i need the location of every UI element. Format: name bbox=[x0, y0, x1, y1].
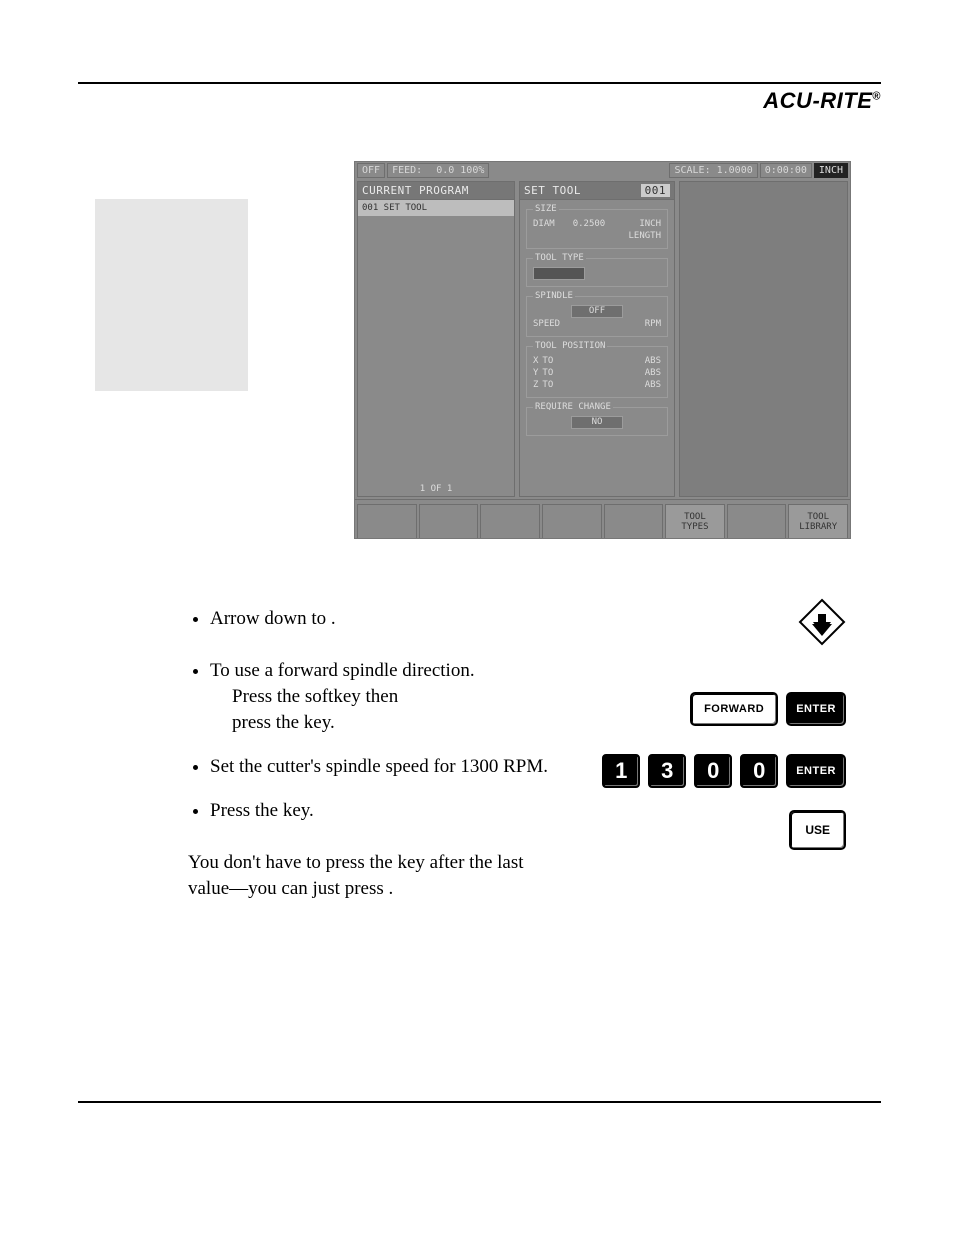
digit-key-1[interactable]: 1 bbox=[602, 754, 640, 788]
arrow-down-icon[interactable] bbox=[798, 598, 846, 646]
current-program-title: CURRENT PROGRAM bbox=[358, 182, 514, 200]
digit-key-0a[interactable]: 0 bbox=[694, 754, 732, 788]
instr-1: Arrow down to . bbox=[210, 606, 618, 632]
registered-mark: ® bbox=[872, 91, 881, 103]
softkey-3[interactable] bbox=[480, 504, 540, 539]
left-grey-box bbox=[95, 199, 248, 391]
program-line-1[interactable]: 001 SET TOOL bbox=[358, 200, 514, 216]
softkey-7[interactable] bbox=[727, 504, 787, 539]
softkey-tool-types[interactable]: TOOL TYPES bbox=[665, 504, 725, 539]
instructions: Arrow down to . To use a forward spindle… bbox=[188, 606, 618, 902]
softkey-tool-library[interactable]: TOOL LIBRARY bbox=[788, 504, 848, 539]
softkey-1[interactable] bbox=[357, 504, 417, 539]
digit-key-0b[interactable]: 0 bbox=[740, 754, 778, 788]
status-units: INCH bbox=[814, 163, 848, 178]
instr-paragraph: You don't have to press the key after th… bbox=[188, 850, 618, 902]
toolpos-row-z: Z TO ABS bbox=[533, 379, 661, 391]
require-change-group: REQUIRE CHANGE NO bbox=[526, 402, 668, 436]
softkey-5[interactable] bbox=[604, 504, 664, 539]
top-rule bbox=[78, 82, 881, 84]
size-group: SIZE DIAM 0.2500 INCH LENGTH bbox=[526, 204, 668, 249]
digit-key-3[interactable]: 3 bbox=[648, 754, 686, 788]
keyrow-use: USE bbox=[596, 810, 846, 850]
keys-column: FORWARD ENTER 1 3 0 0 ENTER USE bbox=[596, 598, 846, 850]
keyrow-arrow bbox=[596, 598, 846, 646]
toolpos-row-x: X TO ABS bbox=[533, 355, 661, 367]
forward-softkey[interactable]: FORWARD bbox=[690, 692, 778, 726]
tool-position-group: TOOL POSITION X TO ABS Y TO ABS Z TO bbox=[526, 341, 668, 398]
softkey-bar: TOOL TYPES TOOL LIBRARY bbox=[355, 499, 850, 539]
spindle-group: SPINDLE OFF SPEED RPM bbox=[526, 291, 668, 337]
instr-2: To use a forward spindle direction. Pres… bbox=[210, 658, 618, 736]
program-pager: 1 OF 1 bbox=[358, 484, 514, 494]
preview-area bbox=[679, 181, 848, 497]
softkey-4[interactable] bbox=[542, 504, 602, 539]
require-change-value[interactable]: NO bbox=[571, 416, 623, 429]
status-feed: FEED: 0.0 100% bbox=[387, 163, 489, 178]
enter-key-2[interactable]: ENTER bbox=[786, 754, 846, 788]
brand-logo: ACU-RITE® bbox=[763, 88, 881, 114]
status-time: 0:00:00 bbox=[760, 163, 812, 178]
status-scale: SCALE: 1.0000 bbox=[669, 163, 757, 178]
current-program-panel: CURRENT PROGRAM 001 SET TOOL 1 OF 1 bbox=[357, 181, 515, 497]
cnc-screenshot: OFF FEED: 0.0 100% SCALE: 1.0000 0:00:00… bbox=[354, 161, 851, 539]
set-tool-panel: SET TOOL 001 SIZE DIAM 0.2500 INCH LENGT… bbox=[519, 181, 675, 497]
instr-3: Set the cutter's spindle speed for 1300 … bbox=[210, 754, 618, 780]
spindle-dir-value[interactable]: OFF bbox=[571, 305, 623, 318]
instr-4: Press the key. bbox=[210, 798, 618, 824]
tool-type-value[interactable] bbox=[533, 267, 585, 280]
keyrow-forward-enter: FORWARD ENTER bbox=[596, 692, 846, 726]
tool-type-group: TOOL TYPE bbox=[526, 253, 668, 287]
status-bar: OFF FEED: 0.0 100% SCALE: 1.0000 0:00:00… bbox=[355, 162, 850, 179]
use-key[interactable]: USE bbox=[789, 810, 846, 850]
status-mode: OFF bbox=[357, 163, 385, 178]
enter-key-1[interactable]: ENTER bbox=[786, 692, 846, 726]
softkey-2[interactable] bbox=[419, 504, 479, 539]
step-number: 001 bbox=[641, 184, 670, 197]
keyrow-1300: 1 3 0 0 ENTER bbox=[596, 754, 846, 788]
set-tool-title: SET TOOL 001 bbox=[520, 182, 674, 200]
toolpos-row-y: Y TO ABS bbox=[533, 367, 661, 379]
brand-text: ACU-RITE bbox=[763, 88, 872, 113]
bottom-rule bbox=[78, 1101, 881, 1103]
